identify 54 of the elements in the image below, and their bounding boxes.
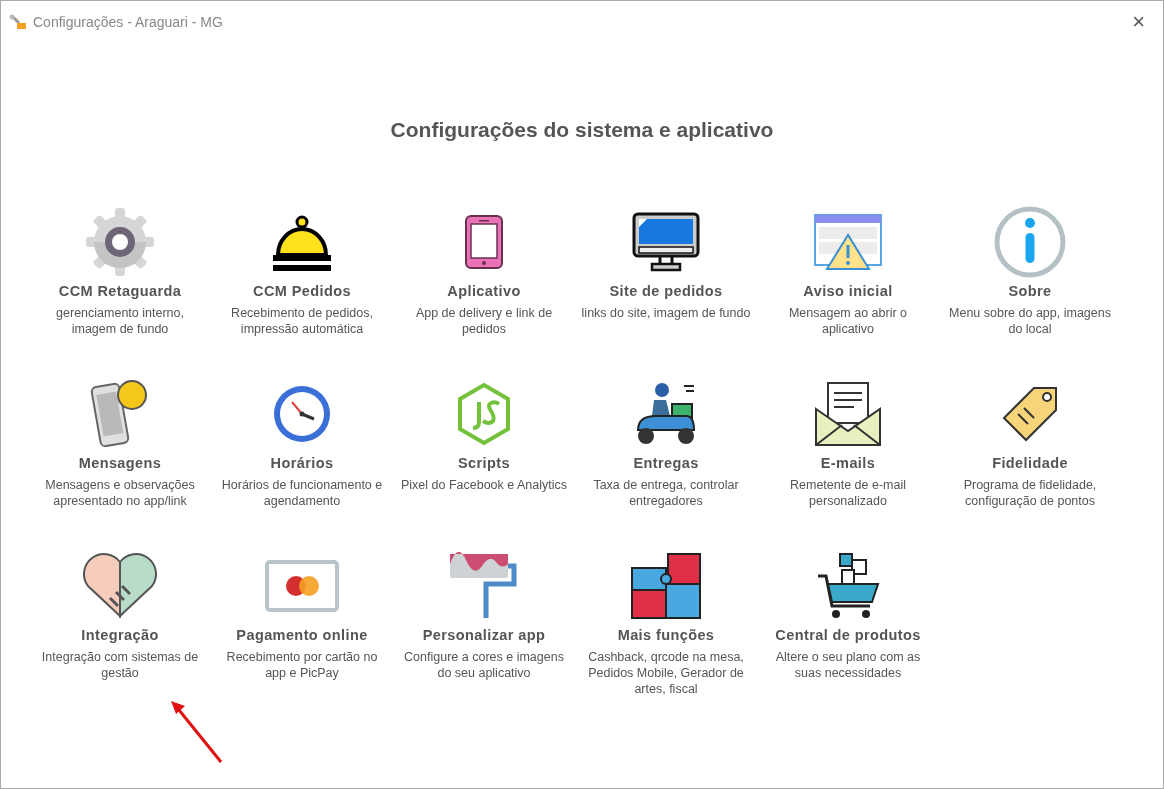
clock-icon	[272, 384, 332, 444]
option-description: Programa de fidelidade, configuração de pontos	[962, 477, 1098, 509]
option-description: Recebimento de pedidos, impressão automática	[230, 305, 374, 337]
option-title[interactable]: Sobre	[1008, 283, 1052, 299]
option-title[interactable]: Mensagens	[78, 455, 162, 471]
close-button[interactable]: ×	[1122, 9, 1155, 35]
option-title[interactable]: Entregas	[633, 455, 699, 471]
heart-handshake-icon	[82, 552, 158, 620]
option-description: Remetente de e-mail personalizado	[789, 477, 907, 509]
window-title: Configurações - Araguari - MG	[33, 14, 224, 30]
js-hexagon-icon	[455, 382, 513, 446]
paint-roller-icon	[448, 552, 520, 620]
option-description: Horários de funcionamento e agendamento	[220, 477, 384, 509]
option-title[interactable]: E-mails	[820, 455, 876, 471]
option-description: Altere o seu plano com as suas necessidades	[774, 649, 922, 681]
option-title[interactable]: CCM Retaguarda	[58, 283, 182, 299]
shopping-cart-icon	[816, 552, 880, 620]
wrench-icon	[9, 14, 27, 30]
browser-warning-icon	[814, 213, 882, 271]
option-title[interactable]: Personalizar app	[422, 627, 546, 643]
credit-card-icon	[265, 560, 339, 612]
option-title[interactable]: Aplicativo	[447, 283, 521, 299]
monitor-icon	[632, 212, 700, 272]
info-icon	[994, 206, 1066, 278]
option-title[interactable]: CCM Pedidos	[253, 283, 351, 299]
option-description: Configure a cores e imagens do seu aplicativo	[403, 649, 565, 681]
puzzle-icon	[630, 552, 702, 620]
option-title[interactable]: Fidelidade	[992, 455, 1068, 471]
option-description: links do site, imagem de fundo	[580, 305, 752, 321]
smartphone-icon	[464, 214, 504, 270]
page-heading: Configurações do sistema e aplicativo	[389, 118, 775, 142]
option-description: gerenciamento interno, imagem de fundo	[55, 305, 185, 337]
option-description: Pixel do Facebook e Analytics	[399, 477, 569, 493]
option-description: Recebimento por cartão no app e PicPay	[225, 649, 379, 681]
option-title[interactable]: Integração	[81, 627, 159, 643]
option-title[interactable]: Aviso inicial	[803, 283, 893, 299]
option-title[interactable]: Scripts	[458, 455, 510, 471]
envelope-icon	[814, 381, 882, 447]
tag-icon	[1000, 384, 1060, 444]
option-title[interactable]: Horários	[270, 455, 334, 471]
option-description: Mensagem ao abrir o aplicativo	[787, 305, 909, 337]
option-title[interactable]: Pagamento online	[236, 627, 368, 643]
option-description: Taxa de entrega, controlar entregadores	[592, 477, 740, 509]
option-title[interactable]: Central de produtos	[775, 627, 921, 643]
option-title[interactable]: Site de pedidos	[609, 283, 723, 299]
option-description: Mensagens e observações apresentado no app/link	[44, 477, 196, 509]
option-title[interactable]: Mais funções	[617, 627, 715, 643]
gear-icon	[84, 208, 156, 276]
annotation-arrow	[169, 699, 225, 765]
option-description: Integração com sistemas de gestão	[40, 649, 200, 681]
option-description: App de delivery e link de pedidos	[414, 305, 554, 337]
option-description: Cashback, qrcode na mesa, Pedidos Mobile, Gerador de artes, fiscal	[587, 649, 745, 697]
option-description: Menu sobre do app, imagens do local	[948, 305, 1112, 337]
phone-chat-icon	[90, 379, 150, 449]
